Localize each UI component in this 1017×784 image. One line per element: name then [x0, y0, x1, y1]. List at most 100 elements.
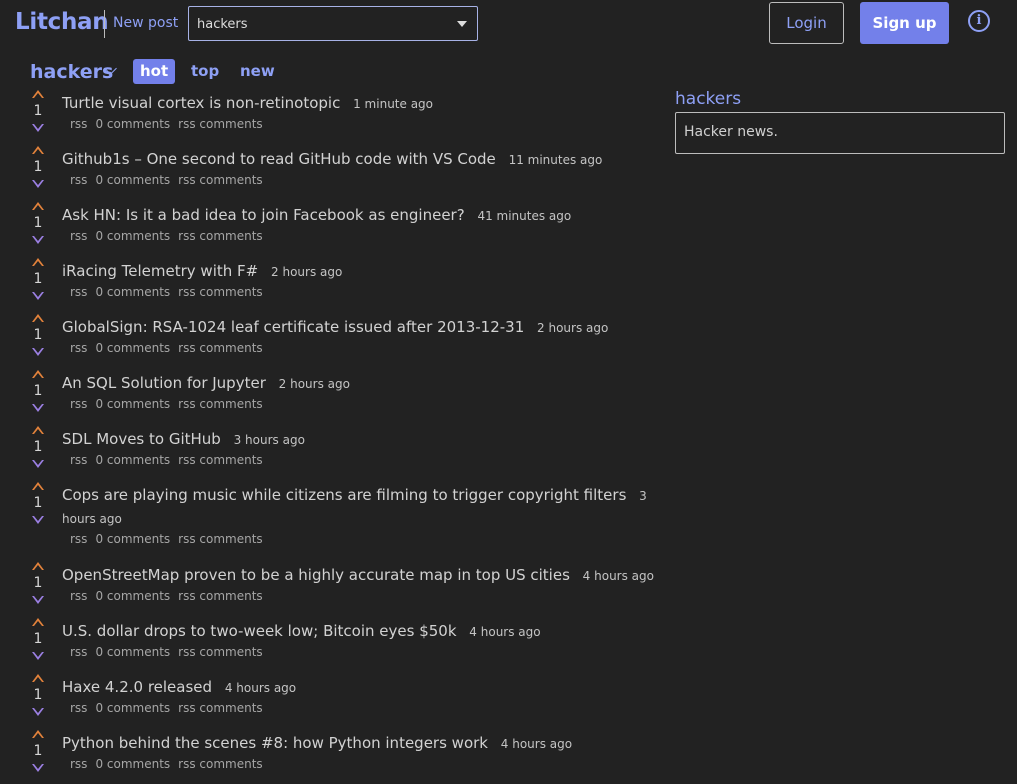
rss-comments-link[interactable]: rss comments: [178, 532, 263, 546]
rss-link[interactable]: rss: [70, 757, 87, 771]
post-title-link[interactable]: Ask HN: Is it a bad idea to join Faceboo…: [62, 206, 465, 224]
comments-link[interactable]: 0 comments: [95, 453, 170, 467]
tab-hot[interactable]: hot: [133, 59, 176, 84]
rss-comments-link[interactable]: rss comments: [178, 589, 263, 603]
post-title-line: Turtle visual cortex is non-retinotopic …: [62, 92, 665, 115]
post-title-link[interactable]: SDL Moves to GitHub: [62, 430, 221, 448]
rss-link[interactable]: rss: [70, 117, 87, 131]
upvote-icon[interactable]: [32, 562, 44, 570]
post-title-link[interactable]: Cops are playing music while citizens ar…: [62, 486, 626, 504]
rss-link[interactable]: rss: [70, 701, 87, 715]
downvote-icon[interactable]: [32, 180, 44, 188]
comments-link[interactable]: 0 comments: [95, 397, 170, 411]
post-title-line: GlobalSign: RSA-1024 leaf certificate is…: [62, 316, 665, 339]
downvote-icon[interactable]: [32, 764, 44, 772]
upvote-icon[interactable]: [32, 482, 44, 490]
rss-link[interactable]: rss: [70, 341, 87, 355]
downvote-icon[interactable]: [32, 124, 44, 132]
rss-comments-link[interactable]: rss comments: [178, 757, 263, 771]
community-title[interactable]: hackers: [30, 61, 113, 83]
downvote-icon[interactable]: [32, 348, 44, 356]
chevron-down-icon: [457, 21, 467, 27]
rss-comments-link[interactable]: rss comments: [178, 701, 263, 715]
upvote-icon[interactable]: [32, 730, 44, 738]
post-title-link[interactable]: Github1s – One second to read GitHub cod…: [62, 150, 496, 168]
login-button[interactable]: Login: [769, 2, 844, 44]
rss-comments-link[interactable]: rss comments: [178, 645, 263, 659]
community-select-value: hackers: [197, 17, 248, 32]
upvote-icon[interactable]: [32, 370, 44, 378]
tab-top[interactable]: top: [191, 59, 219, 84]
downvote-icon[interactable]: [32, 404, 44, 412]
rss-link[interactable]: rss: [70, 285, 87, 299]
post-title-line: iRacing Telemetry with F# 2 hours ago: [62, 260, 665, 283]
comments-link[interactable]: 0 comments: [95, 532, 170, 546]
site-logo[interactable]: Litchan: [15, 9, 109, 35]
post-timestamp: 2 hours ago: [278, 377, 350, 391]
comments-link[interactable]: 0 comments: [95, 589, 170, 603]
post-title-line: An SQL Solution for Jupyter 2 hours ago: [62, 372, 665, 395]
post-title-link[interactable]: Turtle visual cortex is non-retinotopic: [62, 94, 340, 112]
upvote-icon[interactable]: [32, 258, 44, 266]
comments-link[interactable]: 0 comments: [95, 341, 170, 355]
upvote-icon[interactable]: [32, 618, 44, 626]
sidebar-title[interactable]: hackers: [675, 89, 1005, 109]
comments-link[interactable]: 0 comments: [95, 117, 170, 131]
post-body: SDL Moves to GitHub 3 hours ago rss 0 comm…: [62, 424, 665, 471]
post-body: U.S. dollar drops to two-week low; Bitco…: [62, 616, 665, 663]
comments-link[interactable]: 0 comments: [95, 173, 170, 187]
rss-link[interactable]: rss: [70, 173, 87, 187]
comments-link[interactable]: 0 comments: [95, 645, 170, 659]
post-title-link[interactable]: An SQL Solution for Jupyter: [62, 374, 266, 392]
post-timestamp: 41 minutes ago: [477, 209, 572, 223]
upvote-icon[interactable]: [32, 426, 44, 434]
rss-link[interactable]: rss: [70, 645, 87, 659]
comments-link[interactable]: 0 comments: [95, 757, 170, 771]
rss-comments-link[interactable]: rss comments: [178, 229, 263, 243]
post-body: Cops are playing music while citizens ar…: [62, 480, 665, 550]
upvote-icon[interactable]: [32, 202, 44, 210]
post-score: 1: [33, 159, 43, 175]
upvote-icon[interactable]: [32, 674, 44, 682]
post-links: rss 0 comments rss comments: [70, 285, 665, 303]
rss-link[interactable]: rss: [70, 453, 87, 467]
rss-link[interactable]: rss: [70, 229, 87, 243]
new-post-link[interactable]: New post: [113, 15, 178, 31]
rss-comments-link[interactable]: rss comments: [178, 397, 263, 411]
upvote-icon[interactable]: [32, 90, 44, 98]
post-title-link[interactable]: Python behind the scenes #8: how Python …: [62, 734, 488, 752]
signup-button[interactable]: Sign up: [860, 2, 949, 44]
downvote-icon[interactable]: [32, 236, 44, 244]
comments-link[interactable]: 0 comments: [95, 701, 170, 715]
post-title-link[interactable]: U.S. dollar drops to two-week low; Bitco…: [62, 622, 457, 640]
rss-link[interactable]: rss: [70, 532, 87, 546]
info-icon[interactable]: i: [968, 10, 990, 32]
post-links: rss 0 comments rss comments: [70, 645, 665, 663]
post-title-link[interactable]: Haxe 4.2.0 released: [62, 678, 212, 696]
vote-controls: 1: [30, 258, 46, 300]
comments-link[interactable]: 0 comments: [95, 229, 170, 243]
post-title-link[interactable]: iRacing Telemetry with F#: [62, 262, 258, 280]
rss-link[interactable]: rss: [70, 589, 87, 603]
upvote-icon[interactable]: [32, 146, 44, 154]
rss-comments-link[interactable]: rss comments: [178, 285, 263, 299]
community-select[interactable]: hackers: [188, 6, 478, 41]
rss-link[interactable]: rss: [70, 397, 87, 411]
rss-comments-link[interactable]: rss comments: [178, 341, 263, 355]
post-title-link[interactable]: OpenStreetMap proven to be a highly accu…: [62, 566, 570, 584]
post-title-link[interactable]: GlobalSign: RSA-1024 leaf certificate is…: [62, 318, 524, 336]
downvote-icon[interactable]: [32, 460, 44, 468]
rss-comments-link[interactable]: rss comments: [178, 453, 263, 467]
rss-comments-link[interactable]: rss comments: [178, 173, 263, 187]
vote-controls: 1: [30, 90, 46, 132]
tab-new[interactable]: new: [240, 59, 275, 84]
downvote-icon[interactable]: [32, 292, 44, 300]
rss-comments-link[interactable]: rss comments: [178, 117, 263, 131]
downvote-icon[interactable]: [32, 596, 44, 604]
comments-link[interactable]: 0 comments: [95, 285, 170, 299]
downvote-icon[interactable]: [32, 516, 44, 524]
downvote-icon[interactable]: [32, 652, 44, 660]
downvote-icon[interactable]: [32, 708, 44, 716]
upvote-icon[interactable]: [32, 314, 44, 322]
post-timestamp: 11 minutes ago: [508, 153, 603, 167]
